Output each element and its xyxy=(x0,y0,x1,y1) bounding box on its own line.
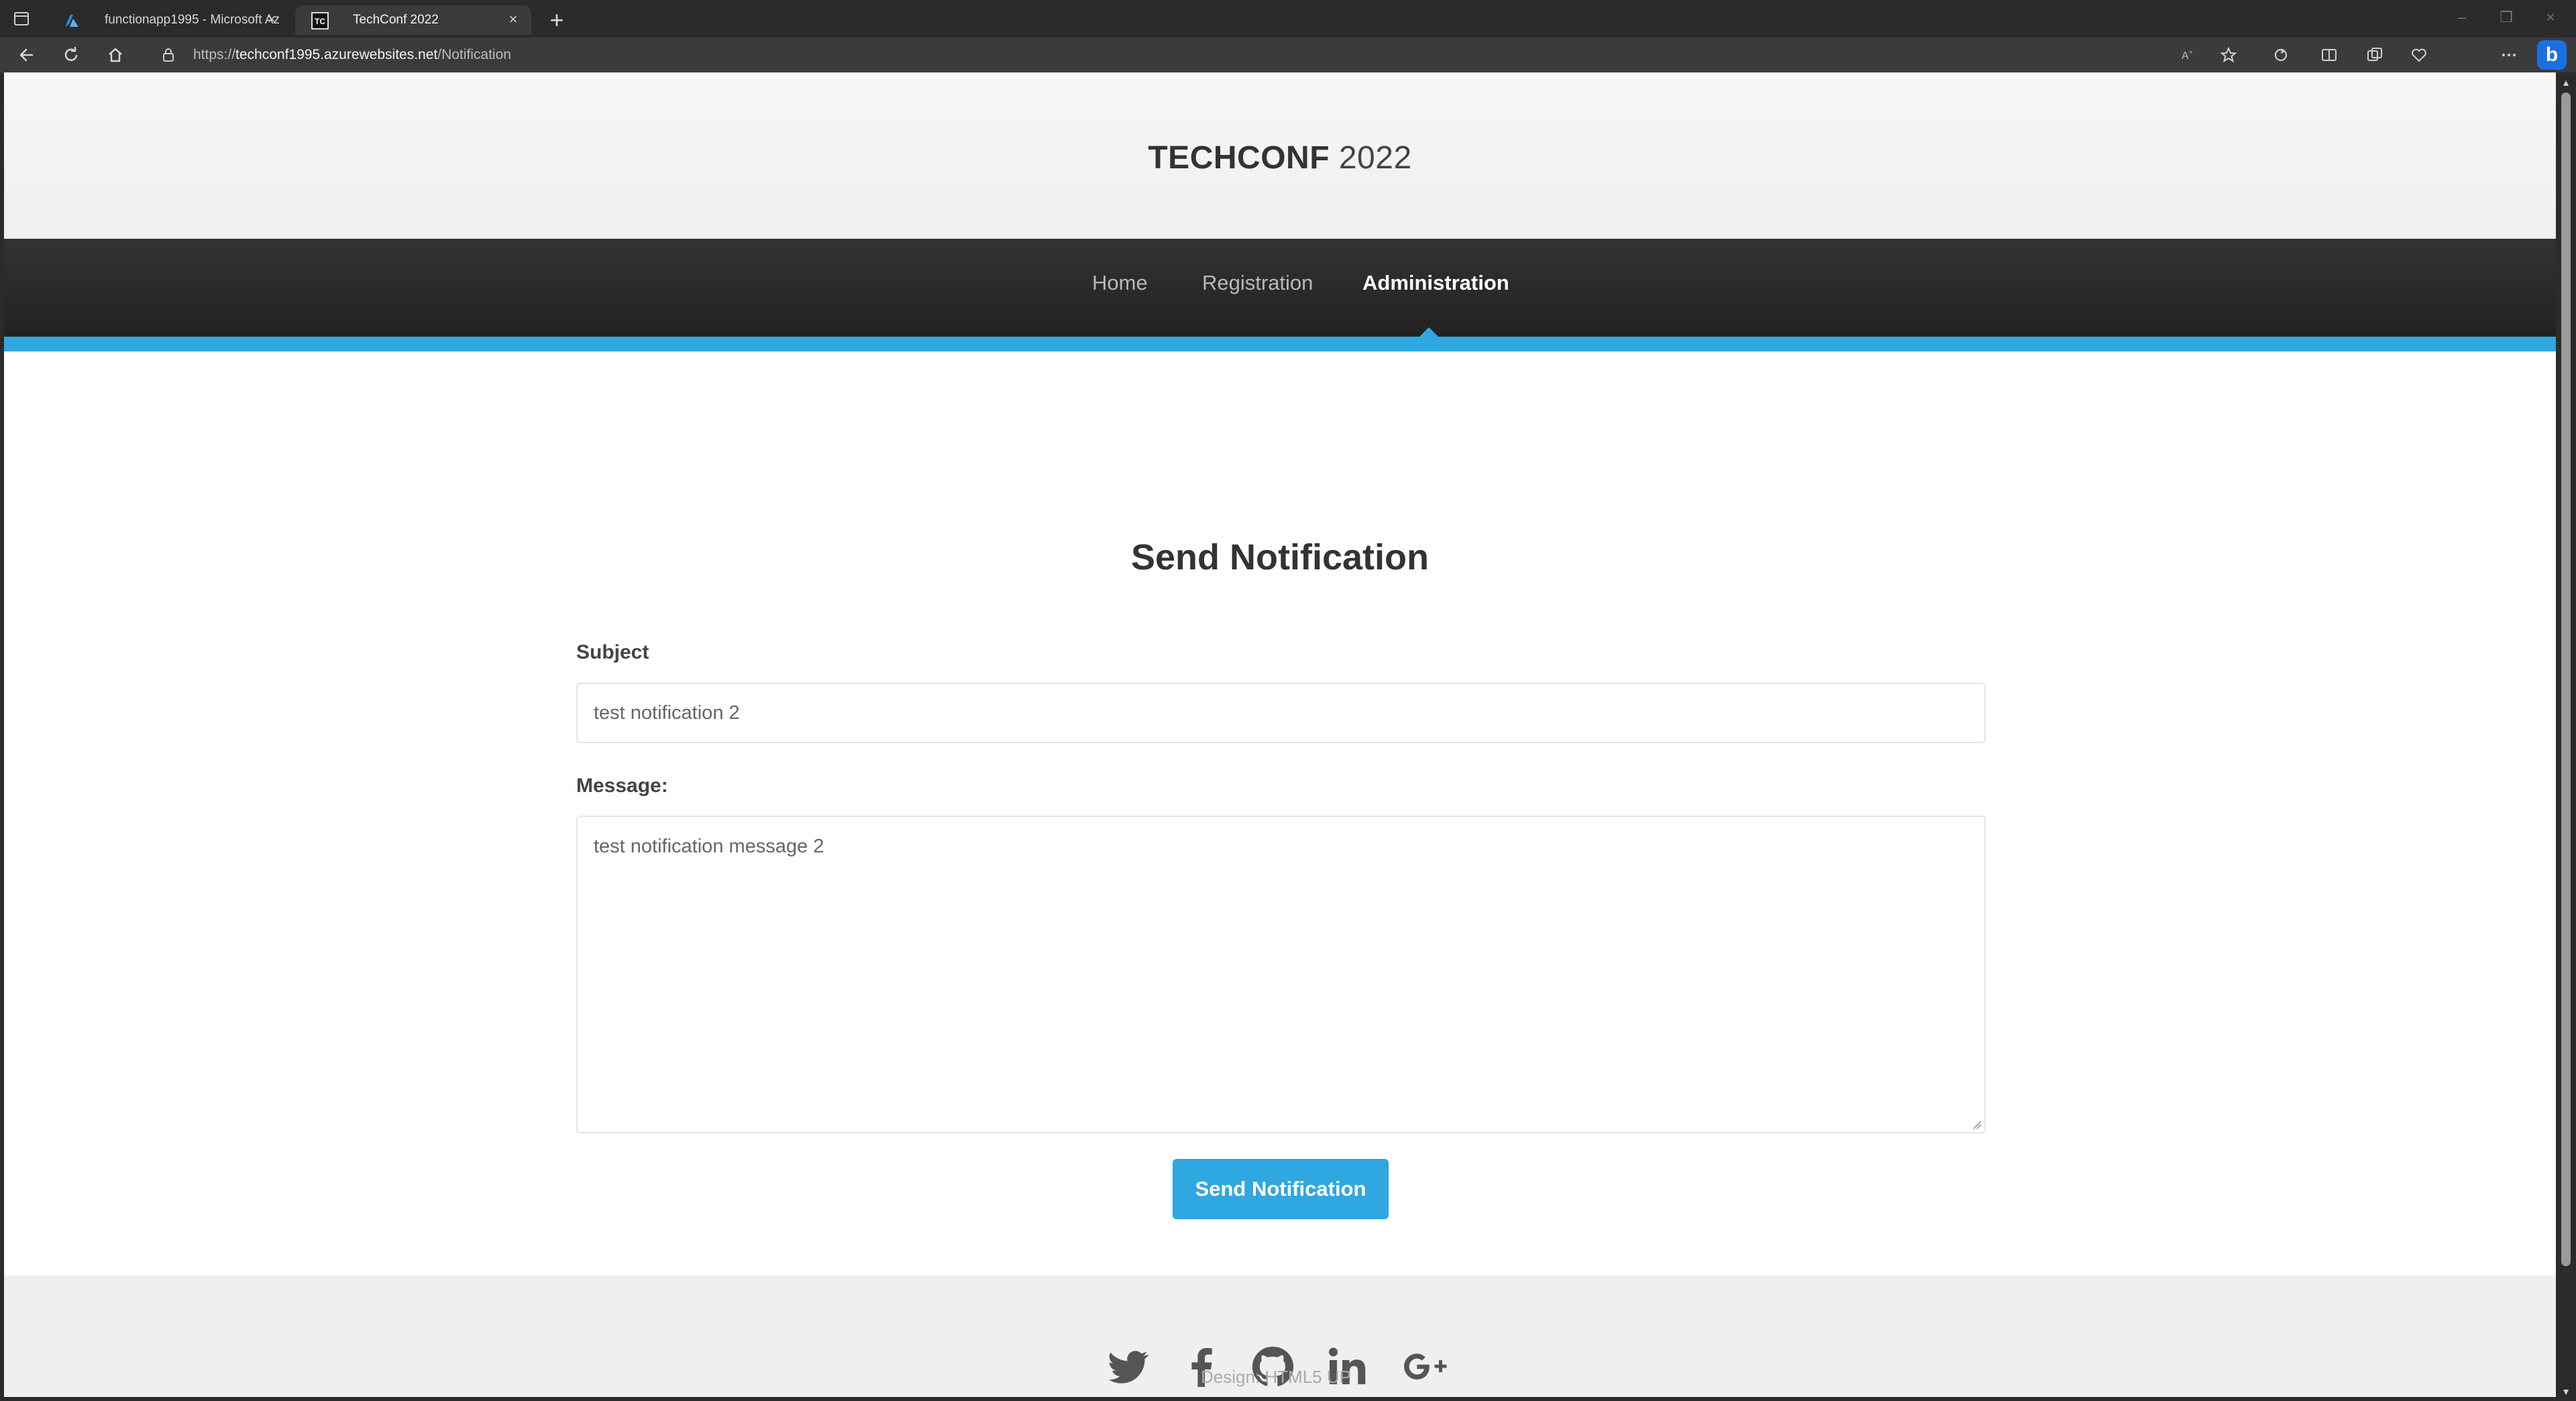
close-window-icon[interactable]: × xyxy=(2530,5,2571,30)
site-logo[interactable]: TECHCONF 2022 xyxy=(4,139,2556,176)
page-scrollbar[interactable]: ▲ ▼ xyxy=(2556,72,2576,1401)
back-icon[interactable] xyxy=(15,43,39,67)
resize-handle-icon[interactable] xyxy=(1972,1120,1982,1129)
page-viewport: TECHCONF 2022 Home Registration Administ… xyxy=(4,72,2556,1397)
footer-credit: Design: HTML5 UP xyxy=(1201,1367,1351,1387)
brand-year: 2022 xyxy=(1338,140,1412,176)
message-text: test notification message 2 xyxy=(594,836,824,857)
site-header: TECHCONF 2022 xyxy=(4,72,2556,239)
lock-icon[interactable] xyxy=(162,48,174,62)
send-notification-button[interactable]: Send Notification xyxy=(1173,1159,1389,1219)
page-title: Send Notification xyxy=(1131,537,1429,577)
svg-text:A: A xyxy=(2182,50,2189,62)
bing-copilot-icon[interactable]: b xyxy=(2537,40,2567,70)
more-options-icon[interactable] xyxy=(2500,46,2518,64)
tc-icon: TC xyxy=(311,12,329,30)
url-text: https://techconf1995.azurewebsites.net/N… xyxy=(193,42,511,68)
nav-item-registration[interactable]: Registration xyxy=(1202,271,1313,295)
close-tab-icon[interactable]: × xyxy=(262,9,282,30)
nav-list: Home Registration Administration xyxy=(4,239,2556,337)
main-nav: Home Registration Administration xyxy=(4,239,2556,337)
browser-tab-strip: functionapp1995 - Microsoft Az × TC Tech… xyxy=(0,0,2576,38)
scroll-down-icon[interactable]: ▼ xyxy=(2560,1386,2572,1398)
tab-functionapp[interactable]: functionapp1995 - Microsoft Az × xyxy=(47,5,290,35)
svg-text:TC: TC xyxy=(315,17,325,26)
subject-label: Subject xyxy=(576,641,649,663)
browser-essentials-icon[interactable] xyxy=(2410,46,2428,64)
split-screen-icon[interactable] xyxy=(2320,46,2339,64)
tab-actions-icon[interactable] xyxy=(12,9,31,28)
url-path: /Notification xyxy=(437,47,511,62)
tab-title: functionapp1995 - Microsoft Az xyxy=(105,13,280,27)
close-tab-icon[interactable]: × xyxy=(503,9,523,30)
active-nav-indicator xyxy=(1419,327,1438,337)
favorite-star-icon[interactable] xyxy=(2219,46,2238,64)
nav-accent-band xyxy=(4,337,2556,351)
tab-title: TechConf 2022 xyxy=(353,13,439,27)
new-tab-button[interactable]: + xyxy=(543,7,570,34)
nav-item-home[interactable]: Home xyxy=(1092,271,1148,295)
subject-input[interactable]: test notification 2 xyxy=(576,683,1986,743)
svg-text:»: » xyxy=(2189,48,2192,55)
browser-toolbar: https://techconf1995.azurewebsites.net/N… xyxy=(0,38,2576,105)
main-content: Send Notification Subject test notificat… xyxy=(4,351,2556,1276)
brand-name: TECHCONF xyxy=(1148,140,1330,176)
address-bar[interactable]: https://techconf1995.azurewebsites.net/N… xyxy=(148,42,2428,68)
tab-techconf[interactable]: TC TechConf 2022 × xyxy=(295,5,531,35)
url-scheme: https:// xyxy=(193,47,236,62)
home-icon[interactable] xyxy=(103,43,127,67)
sync-icon[interactable] xyxy=(2271,46,2290,64)
azure-icon xyxy=(65,15,78,27)
read-aloud-icon[interactable]: A » xyxy=(2179,46,2198,64)
minimize-icon[interactable]: – xyxy=(2442,5,2482,30)
scroll-thumb[interactable] xyxy=(2561,93,2571,1266)
message-label: Message: xyxy=(576,775,668,797)
message-textarea[interactable]: test notification message 2 xyxy=(576,816,1986,1133)
collections-icon[interactable] xyxy=(2365,46,2384,64)
nav-item-administration[interactable]: Administration xyxy=(1362,271,1509,295)
restore-icon[interactable]: ❐ xyxy=(2486,5,2526,30)
scroll-up-icon[interactable]: ▲ xyxy=(2560,76,2572,89)
refresh-icon[interactable] xyxy=(59,43,83,67)
url-host: techconf1995.azurewebsites.net xyxy=(235,47,438,62)
